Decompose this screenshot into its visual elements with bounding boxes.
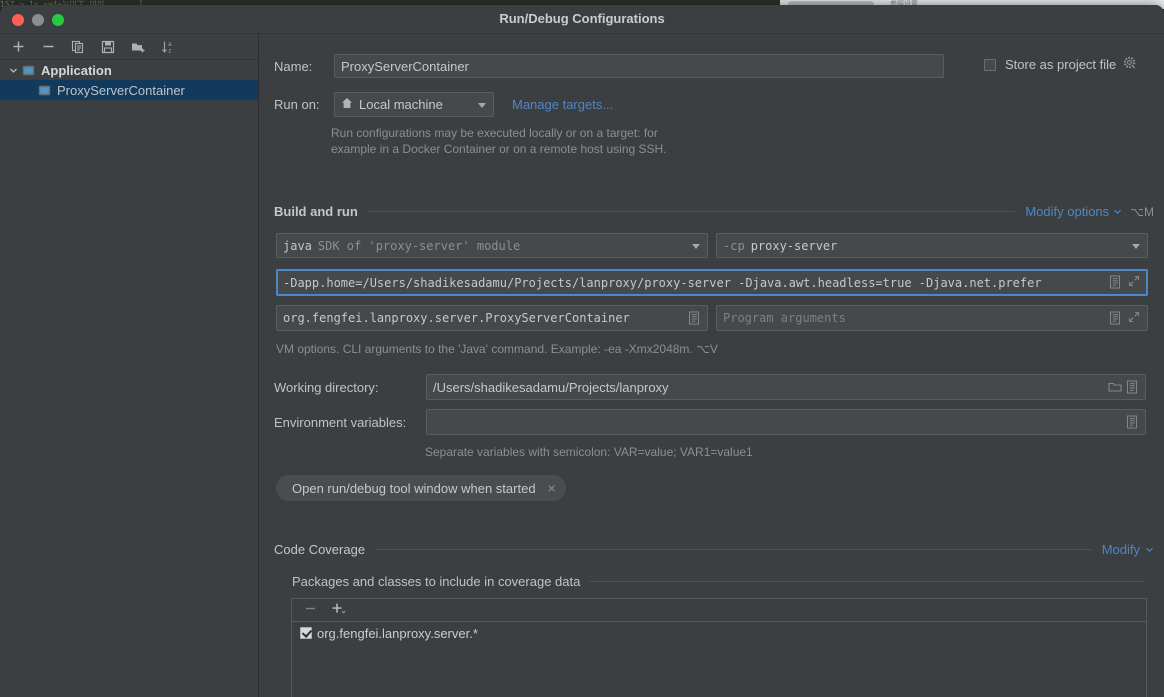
application-icon [38, 84, 51, 97]
coverage-packages-title: Packages and classes to include in cover… [292, 574, 581, 589]
chevron-down-icon[interactable] [1132, 243, 1140, 249]
tree-group-label: Application [41, 62, 112, 78]
add-configuration-icon[interactable] [8, 37, 28, 57]
coverage-item-checkbox[interactable] [300, 627, 312, 639]
remove-configuration-icon[interactable] [38, 37, 58, 57]
copy-configuration-icon[interactable] [68, 37, 88, 57]
tree-group-application[interactable]: Application [0, 60, 258, 80]
main-class-input[interactable]: org.fengfei.lanproxy.server.ProxyServerC… [276, 305, 708, 331]
expand-editor-icon[interactable] [1109, 275, 1122, 290]
save-configuration-icon[interactable] [98, 37, 118, 57]
tree-item-label: ProxyServerContainer [57, 82, 185, 98]
open-tool-window-chip[interactable]: Open run/debug tool window when started … [276, 475, 566, 501]
environment-variables-input[interactable] [426, 409, 1146, 435]
environment-variables-row: Environment variables: [274, 409, 1146, 435]
environment-variables-label: Environment variables: [274, 414, 407, 430]
chevron-down-icon[interactable] [692, 243, 700, 249]
store-as-project-file-label: Store as project file [1005, 57, 1117, 72]
modify-options-shortcut: ⌥M [1130, 204, 1154, 219]
chevron-down-icon[interactable] [6, 63, 20, 77]
configurations-panel: a z Application ProxyServerContainer [0, 34, 259, 697]
build-and-run-section-header: Build and run Modify options ⌥M [274, 204, 1154, 219]
name-row: Name: ProxyServerContainer [274, 54, 944, 78]
working-directory-input[interactable]: /Users/shadikesadamu/Projects/lanproxy [426, 374, 1146, 400]
code-coverage-title: Code Coverage [274, 542, 366, 557]
program-arguments-placeholder: Program arguments [723, 311, 846, 325]
vm-options-hint: VM options. CLI arguments to the 'Java' … [276, 342, 718, 356]
expand-editor-icon[interactable] [688, 311, 701, 326]
application-icon [22, 64, 35, 77]
home-icon [341, 97, 353, 112]
jre-combobox[interactable]: java SDK of 'proxy-server' module [276, 233, 708, 258]
run-on-hint-line2: example in a Docker Container or on a re… [331, 142, 667, 156]
code-coverage-modify-link[interactable]: Modify [1102, 542, 1140, 557]
dialog-titlebar: Run/Debug Configurations [0, 5, 1164, 34]
name-input-value: ProxyServerContainer [341, 58, 469, 74]
working-directory-row: Working directory: /Users/shadikesadamu/… [274, 374, 1146, 400]
expand-editor-icon[interactable] [1126, 415, 1139, 430]
section-divider [590, 581, 1144, 582]
coverage-item-label: org.fengfei.lanproxy.server.* [317, 625, 478, 641]
store-as-project-file-row[interactable]: Store as project file [984, 56, 1137, 73]
environment-variables-hint: Separate variables with semicolon: VAR=v… [425, 445, 753, 459]
name-input[interactable]: ProxyServerContainer [334, 54, 944, 78]
expand-arrows-icon[interactable] [1128, 311, 1141, 326]
section-divider [367, 211, 1016, 212]
remove-package-icon[interactable] [304, 602, 317, 618]
section-divider [375, 549, 1092, 550]
configurations-tree[interactable]: Application ProxyServerContainer [0, 60, 258, 697]
coverage-packages-box: org.fengfei.lanproxy.server.* [291, 598, 1147, 697]
classpath-prefix: -cp [723, 238, 745, 253]
sort-configurations-icon[interactable]: a z [158, 37, 178, 57]
coverage-list-item[interactable]: org.fengfei.lanproxy.server.* [292, 624, 1146, 642]
add-package-icon[interactable] [331, 602, 347, 618]
run-on-combobox[interactable]: Local machine [334, 92, 494, 117]
classpath-value: proxy-server [750, 238, 838, 253]
chevron-down-icon[interactable] [478, 102, 486, 108]
chevron-down-icon[interactable] [1145, 542, 1154, 557]
folder-icon[interactable] [1108, 380, 1122, 395]
coverage-packages-list[interactable]: org.fengfei.lanproxy.server.* [292, 622, 1146, 642]
working-directory-value: /Users/shadikesadamu/Projects/lanproxy [433, 379, 669, 395]
svg-text:z: z [168, 47, 172, 54]
build-and-run-title: Build and run [274, 204, 358, 219]
classpath-combobox[interactable]: -cp proxy-server [716, 233, 1148, 258]
main-class-value: org.fengfei.lanproxy.server.ProxyServerC… [283, 311, 630, 325]
store-as-project-file-checkbox[interactable] [984, 58, 996, 71]
gear-icon[interactable] [1123, 56, 1137, 73]
run-on-label: Run on: [274, 97, 320, 112]
tree-item-proxyservercontainer[interactable]: ProxyServerContainer [0, 80, 258, 100]
open-tool-window-chip-label: Open run/debug tool window when started [292, 480, 536, 496]
expand-editor-icon[interactable] [1126, 380, 1139, 395]
run-on-row: Run on: Local machine Manage targets... [274, 92, 613, 117]
run-on-hint-line1: Run configurations may be executed local… [331, 126, 658, 140]
expand-arrows-icon[interactable] [1128, 275, 1141, 290]
jre-prefix: java [283, 238, 312, 253]
vm-options-input[interactable]: -Dapp.home=/Users/shadikesadamu/Projects… [276, 269, 1148, 296]
chevron-down-icon[interactable] [1113, 204, 1122, 219]
vm-options-value: -Dapp.home=/Users/shadikesadamu/Projects… [283, 275, 1042, 290]
code-coverage-section-header: Code Coverage Modify [274, 542, 1154, 557]
name-label: Name: [274, 58, 313, 74]
configurations-toolbar: a z [0, 34, 258, 60]
jre-classpath-row: java SDK of 'proxy-server' module -cp pr… [276, 233, 1148, 258]
jre-value: SDK of 'proxy-server' module [317, 238, 521, 253]
new-folder-icon[interactable] [128, 37, 148, 57]
manage-targets-link[interactable]: Manage targets... [512, 97, 613, 112]
expand-editor-icon[interactable] [1109, 311, 1122, 326]
modify-options-link[interactable]: Modify options [1025, 204, 1109, 219]
working-directory-label: Working directory: [274, 379, 379, 395]
coverage-toolbar [292, 599, 1146, 622]
dialog-body: a z Application ProxyServerContainer Nam… [0, 34, 1164, 697]
run-on-hint: Run configurations may be executed local… [331, 125, 667, 157]
close-icon[interactable]: × [548, 481, 556, 495]
coverage-packages-subsection: Packages and classes to include in cover… [292, 574, 1154, 589]
program-arguments-input[interactable]: Program arguments [716, 305, 1148, 331]
main-class-args-row: org.fengfei.lanproxy.server.ProxyServerC… [276, 305, 1148, 331]
dialog-title: Run/Debug Configurations [499, 11, 665, 26]
run-on-value: Local machine [359, 97, 443, 112]
run-debug-configurations-dialog: Run/Debug Configurations a z Application… [0, 5, 1164, 697]
